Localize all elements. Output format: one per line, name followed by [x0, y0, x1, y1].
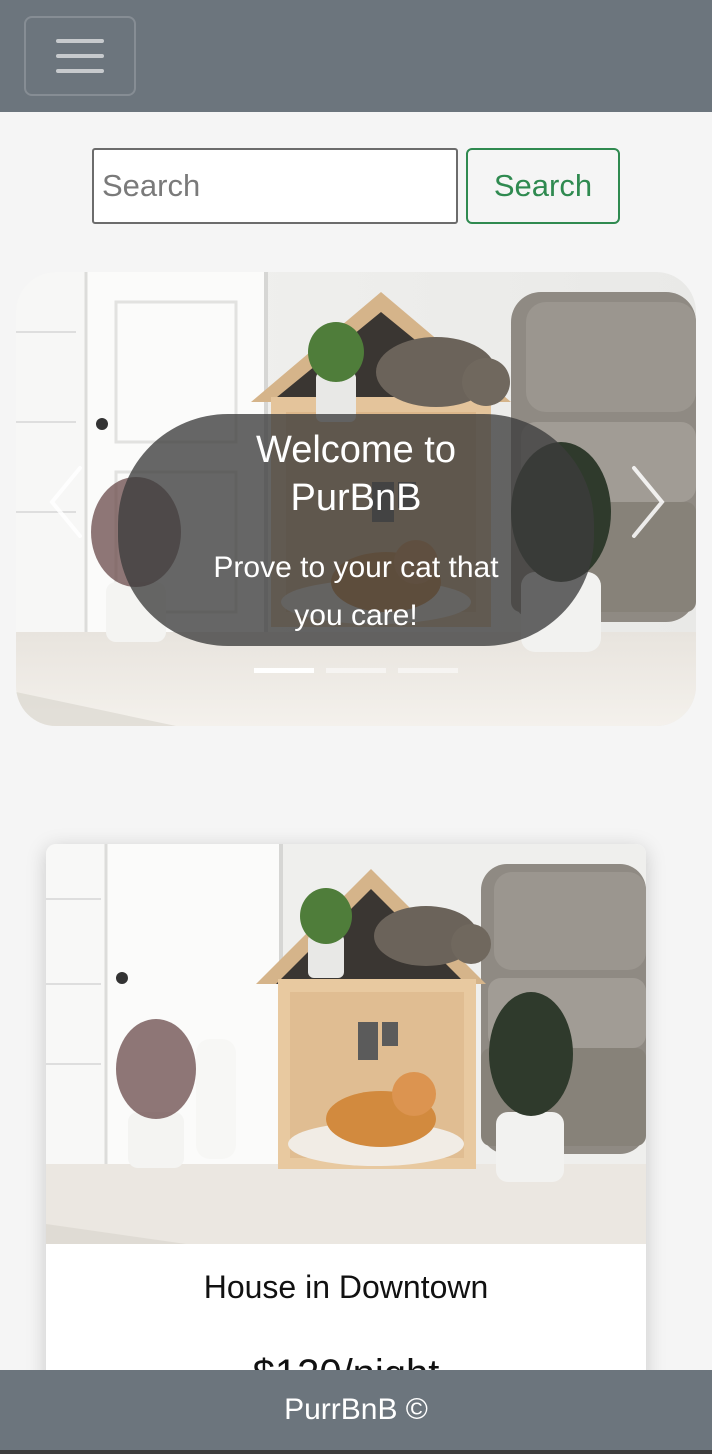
search-input[interactable]: [92, 148, 458, 224]
menu-toggle-button[interactable]: [24, 16, 136, 96]
hamburger-menu-icon: [56, 54, 104, 58]
top-navbar: [0, 0, 712, 112]
carousel-indicator-1[interactable]: [254, 668, 314, 673]
hamburger-menu-icon: [56, 69, 104, 73]
carousel-indicator-3[interactable]: [398, 668, 458, 673]
carousel-indicators: [254, 668, 458, 673]
footer-edge: [0, 1450, 712, 1454]
listing-card[interactable]: House in Downtown $120/night: [46, 844, 646, 1454]
carousel-next-button[interactable]: [616, 462, 676, 542]
carousel-prev-button[interactable]: [38, 462, 98, 542]
listing-image: [46, 844, 646, 1244]
footer: PurrBnB ©: [0, 1370, 712, 1450]
hero-title: Welcome to PurBnB: [256, 429, 456, 519]
carousel-indicator-2[interactable]: [326, 668, 386, 673]
hero-subtitle: Prove to your cat that you care!: [213, 551, 499, 632]
hero-carousel: Welcome to PurBnB Prove to your cat that…: [16, 272, 696, 726]
carousel-caption: Welcome to PurBnB Prove to your cat that…: [118, 414, 594, 646]
chevron-left-icon: [49, 466, 82, 538]
listing-title: House in Downtown: [203, 1269, 489, 1305]
chevron-right-icon: [632, 466, 665, 538]
search-button[interactable]: Search: [466, 148, 620, 224]
hamburger-menu-icon: [56, 39, 104, 43]
